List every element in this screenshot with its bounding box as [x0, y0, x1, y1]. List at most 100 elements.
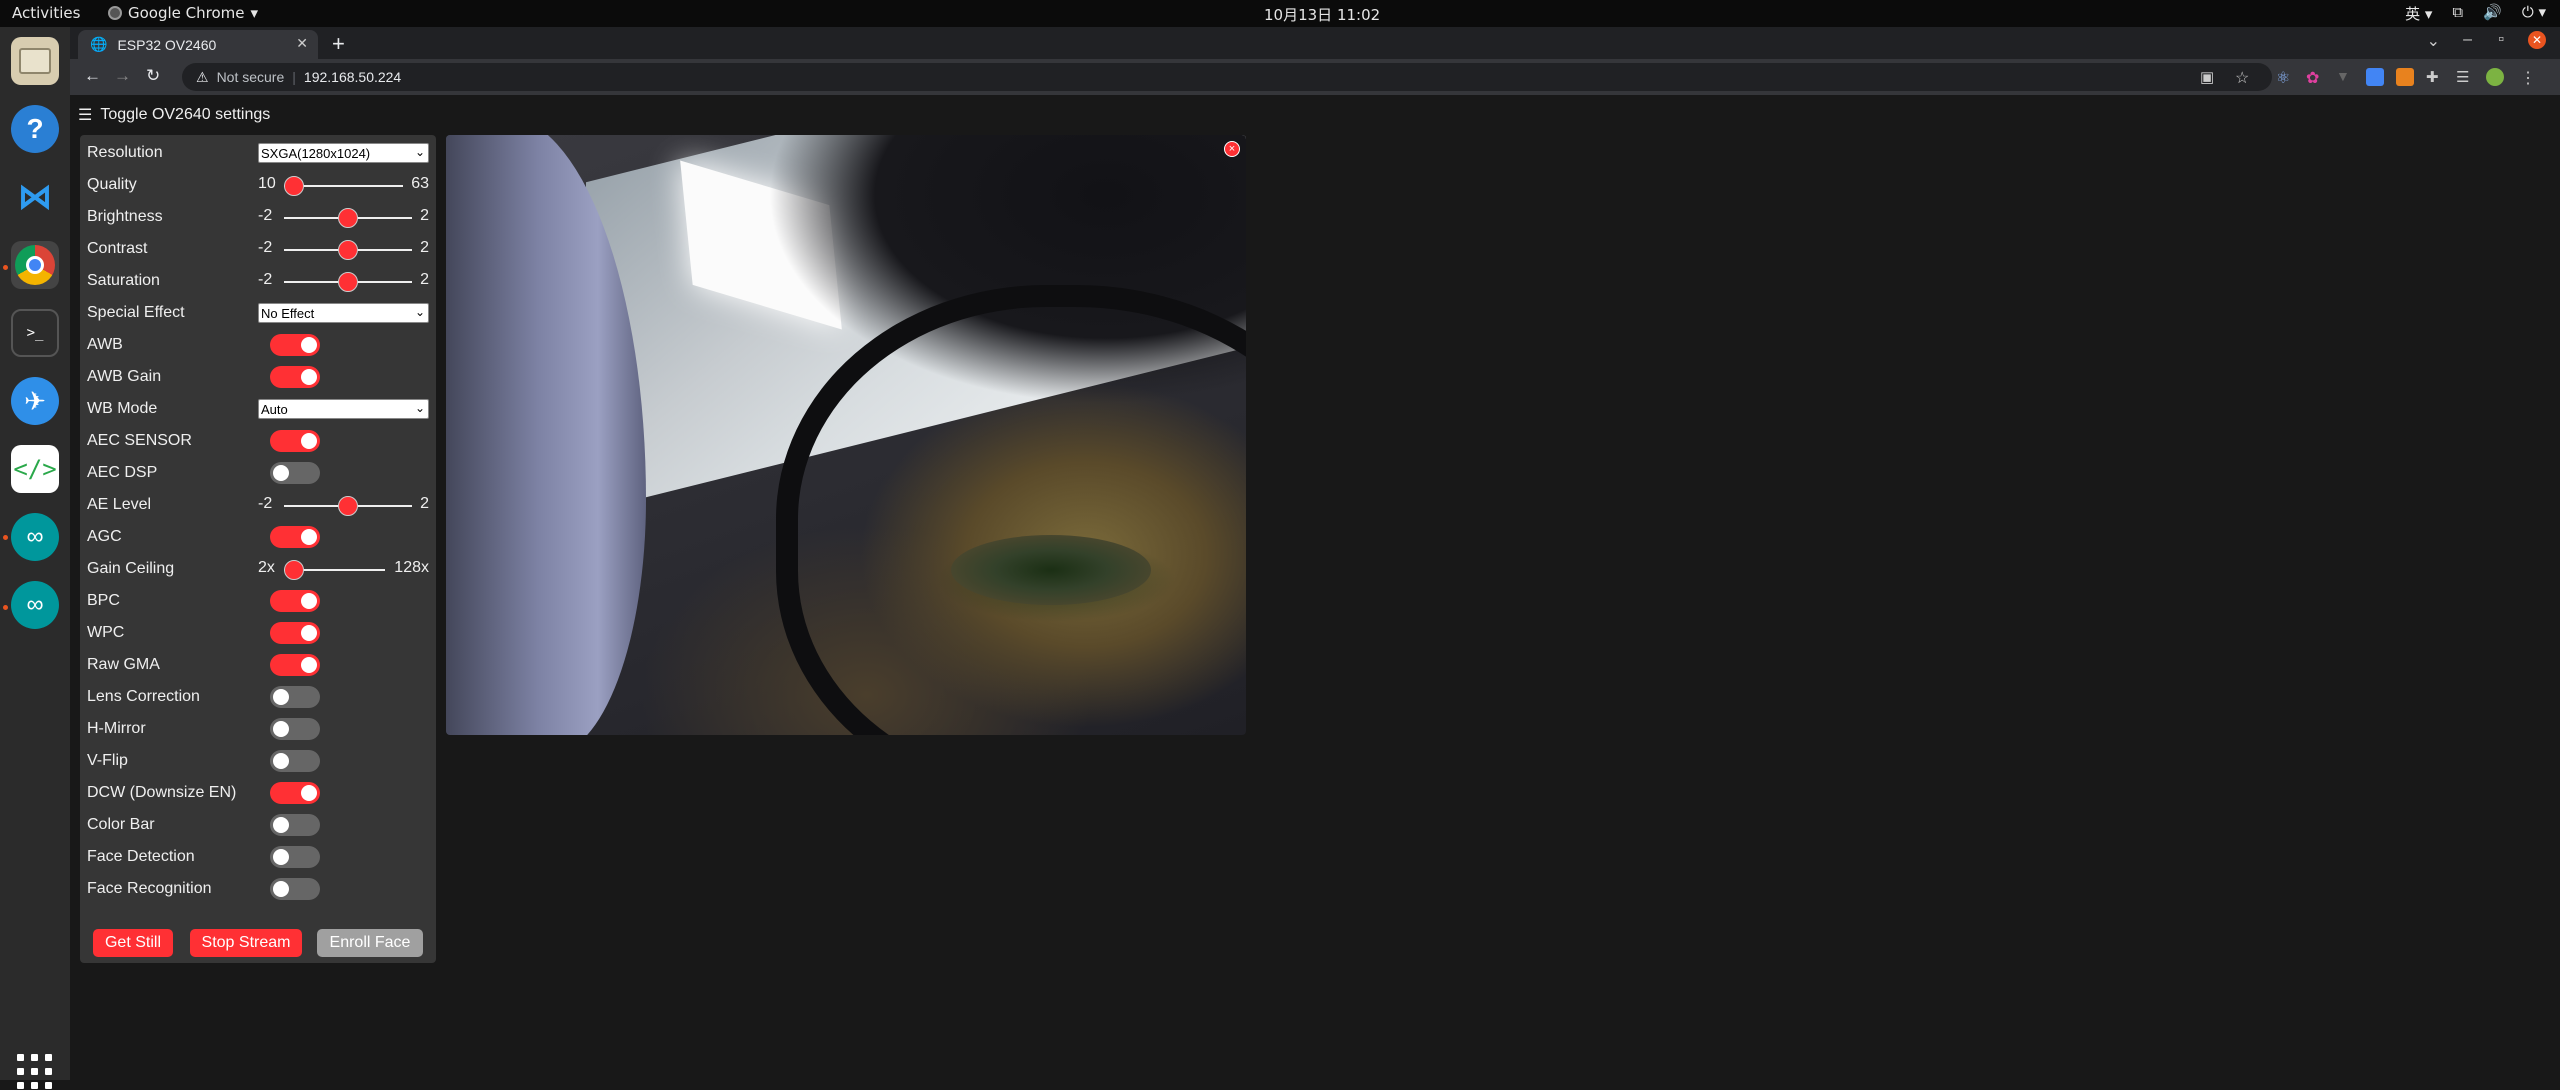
slider-thumb[interactable] [284, 176, 304, 196]
slider-thumb[interactable] [338, 496, 358, 516]
dcw-downsize-en-toggle[interactable] [270, 782, 320, 804]
system-tray[interactable]: 英 ▾ ⧉ 🔊 ⏻ ▾ [2405, 3, 2546, 24]
reading-list-icon[interactable]: ☰ [2456, 68, 2474, 86]
activities-button[interactable]: Activities [12, 4, 80, 22]
reload-icon[interactable]: ↻ [146, 66, 160, 86]
files-icon[interactable] [11, 37, 59, 85]
toggle-knob [301, 337, 317, 353]
new-tab-button[interactable]: + [332, 31, 345, 57]
power-icon[interactable]: ⏻ ▾ [2522, 3, 2546, 24]
more-menu-icon[interactable]: ⋮ [2520, 68, 2538, 87]
special-effect-select[interactable]: No Effect ⌄ [258, 303, 429, 323]
address-bar[interactable]: ⚠ Not secure | 192.168.50.224 [182, 63, 2272, 91]
toggle-knob [301, 625, 317, 641]
forward-icon[interactable]: → [114, 66, 131, 86]
react-devtools-icon[interactable]: ⚛ [2276, 68, 2294, 87]
brightness-slider[interactable]: -2 2 [258, 207, 429, 228]
enroll-face-button[interactable]: Enroll Face [317, 929, 423, 957]
wb-mode-select[interactable]: Auto ⌄ [258, 399, 429, 419]
ae-level-slider[interactable]: -2 2 [258, 495, 429, 516]
url-text[interactable]: 192.168.50.224 [304, 69, 401, 85]
vue-devtools-icon[interactable]: ▼ [2336, 68, 2354, 86]
toggle-settings[interactable]: ☰ Toggle OV2640 settings [78, 105, 270, 125]
profile-avatar[interactable] [2486, 68, 2504, 86]
browser-toolbar: ← → ↻ ⚠ Not secure | 192.168.50.224 ▣ ☆ … [70, 59, 2560, 95]
setting-label: AEC DSP [87, 464, 158, 481]
setting-label: Lens Correction [87, 688, 200, 705]
browser-tab[interactable]: 🌐 ESP32 OV2460 ✕ [78, 30, 318, 59]
color-bar-toggle[interactable] [270, 814, 320, 836]
setting-label: Contrast [87, 240, 148, 257]
gear-extension-icon[interactable]: ✿ [2306, 68, 2324, 87]
v-flip-toggle[interactable] [270, 750, 320, 772]
bookmark-star-icon[interactable]: ☆ [2235, 68, 2253, 87]
aec-dsp-toggle[interactable] [270, 462, 320, 484]
face-recognition-toggle[interactable] [270, 878, 320, 900]
awb-gain-toggle[interactable] [270, 366, 320, 388]
arduino-icon[interactable]: ∞ [11, 513, 59, 561]
network-icon[interactable]: ⧉ [2452, 3, 2463, 24]
awb-toggle[interactable] [270, 334, 320, 356]
metamask-icon[interactable] [2396, 68, 2414, 86]
vscode-icon[interactable]: ⋈ [11, 173, 59, 221]
toggle-knob [301, 593, 317, 609]
contrast-slider[interactable]: -2 2 [258, 239, 429, 260]
quality-slider[interactable]: 10 63 [258, 175, 429, 196]
h-mirror-toggle[interactable] [270, 718, 320, 740]
raw-gma-toggle[interactable] [270, 654, 320, 676]
camera-stream: × [446, 135, 1246, 735]
running-indicator [3, 605, 8, 610]
code-editor-icon[interactable]: </> [11, 445, 59, 493]
setting-label: Raw GMA [87, 656, 160, 673]
slider-thumb[interactable] [338, 240, 358, 260]
bpc-toggle[interactable] [270, 590, 320, 612]
close-tab-icon[interactable]: ✕ [296, 35, 308, 52]
close-stream-button[interactable]: × [1224, 141, 1240, 157]
get-still-button[interactable]: Get Still [93, 929, 173, 957]
help-icon[interactable]: ? [11, 105, 59, 153]
arduino-icon-2[interactable]: ∞ [11, 581, 59, 629]
stop-stream-button[interactable]: Stop Stream [190, 929, 302, 957]
gain-ceiling-slider[interactable]: 2x 128x [258, 559, 429, 580]
input-method-indicator[interactable]: 英 ▾ [2405, 3, 2432, 24]
back-icon[interactable]: ← [84, 66, 101, 86]
tab-search-icon[interactable]: ⌄ [2427, 31, 2440, 51]
slider-thumb[interactable] [338, 272, 358, 292]
slider-thumb[interactable] [338, 208, 358, 228]
clock[interactable]: 10月13日 11:02 [1264, 4, 1380, 25]
setting-label: AEC SENSOR [87, 432, 192, 449]
lens-correction-toggle[interactable] [270, 686, 320, 708]
extensions-puzzle-icon[interactable]: ✚ [2426, 68, 2444, 86]
show-applications-icon[interactable] [17, 1054, 53, 1090]
setting-row-color-bar: Color Bar [87, 809, 429, 841]
not-secure-label[interactable]: Not secure [217, 69, 285, 85]
chevron-down-icon: ⌄ [414, 145, 425, 159]
chrome-app-icon [108, 6, 122, 20]
maximize-button[interactable]: ▫ [2498, 31, 2504, 49]
chrome-icon[interactable] [11, 241, 59, 289]
slider-min-label: -2 [258, 207, 273, 224]
toggle-knob [301, 433, 317, 449]
system-top-bar: Activities Google Chrome ▾ 10月13日 11:02 … [0, 0, 2560, 27]
resolution-select[interactable]: SXGA(1280x1024) ⌄ [258, 143, 429, 163]
feishu-icon[interactable]: ✈ [11, 377, 59, 425]
setting-label: Face Detection [87, 848, 195, 865]
setting-row-quality: Quality 10 63 [87, 169, 429, 201]
wpc-toggle[interactable] [270, 622, 320, 644]
agc-toggle[interactable] [270, 526, 320, 548]
terminal-icon[interactable]: >_ [11, 309, 59, 357]
select-value: SXGA(1280x1024) [261, 145, 371, 161]
aec-sensor-toggle[interactable] [270, 430, 320, 452]
close-window-button[interactable]: ✕ [2528, 31, 2546, 49]
qr-code-icon[interactable]: ▣ [2200, 68, 2218, 86]
slider-thumb[interactable] [284, 560, 304, 580]
app-menu[interactable]: Google Chrome ▾ [108, 4, 258, 22]
minimize-button[interactable]: – [2463, 31, 2472, 49]
volume-icon[interactable]: 🔊 [2483, 3, 2502, 24]
translate-icon[interactable] [2366, 68, 2384, 86]
face-detection-toggle[interactable] [270, 846, 320, 868]
saturation-slider[interactable]: -2 2 [258, 271, 429, 292]
tab-strip: 🌐 ESP32 OV2460 ✕ + ⌄ – ▫ ✕ [70, 27, 2560, 59]
toggle-knob [273, 753, 289, 769]
setting-label: Special Effect [87, 304, 185, 321]
